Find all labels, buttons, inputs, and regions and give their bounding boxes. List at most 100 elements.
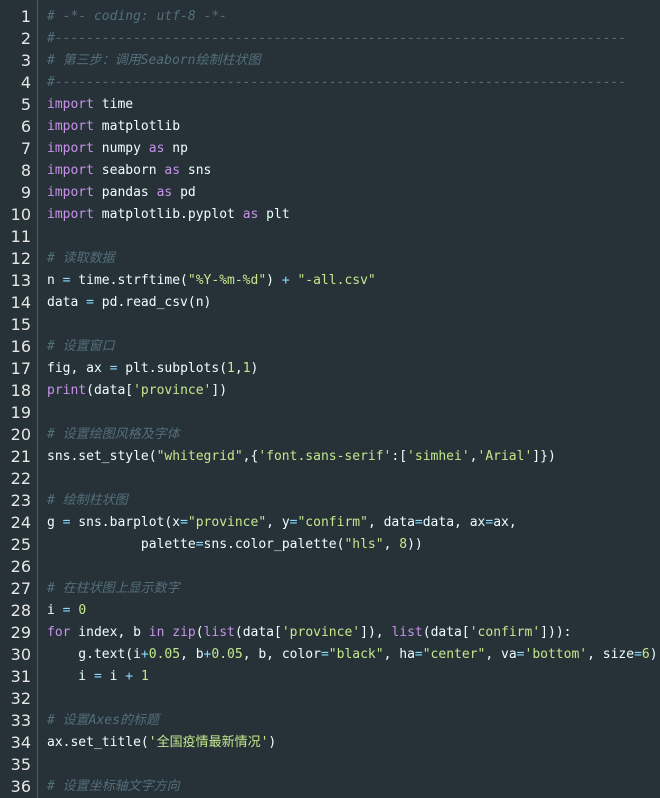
code-line[interactable] bbox=[47, 754, 660, 776]
code-token: i bbox=[47, 669, 94, 684]
code-token: )) bbox=[407, 537, 423, 552]
code-token: ) bbox=[268, 735, 277, 750]
code-token: data, ax bbox=[422, 515, 486, 530]
code-line[interactable]: g.text(i+0.05, b+0.05, b, color="black",… bbox=[47, 644, 660, 666]
line-number: 11 bbox=[10, 227, 31, 246]
code-line[interactable] bbox=[47, 556, 660, 578]
code-token: # -*- coding: utf-8 -*- bbox=[47, 9, 228, 24]
code-line[interactable]: for index, b in zip(list(data['province'… bbox=[47, 622, 660, 644]
code-token: #---------------------------------------… bbox=[47, 31, 627, 46]
code-line[interactable]: # 设置Axes的标题 bbox=[47, 710, 660, 732]
code-line[interactable]: i = i + 1 bbox=[47, 666, 660, 688]
code-token: = bbox=[180, 515, 188, 530]
line-number: 25 bbox=[10, 535, 31, 554]
code-line[interactable]: import seaborn as sns bbox=[47, 160, 660, 182]
code-line[interactable] bbox=[47, 402, 660, 424]
code-token: ) bbox=[250, 361, 259, 376]
code-line[interactable]: import pandas as pd bbox=[47, 182, 660, 204]
code-token: = bbox=[86, 295, 94, 310]
code-token: as bbox=[242, 207, 259, 222]
code-token: 'font.sans-serif' bbox=[258, 449, 392, 464]
code-line[interactable]: #---------------------------------------… bbox=[47, 72, 660, 94]
code-token: # 设置窗口 bbox=[47, 339, 115, 354]
code-token: sns bbox=[180, 163, 212, 178]
code-token: + bbox=[125, 669, 134, 684]
code-line[interactable]: i = 0 bbox=[47, 600, 660, 622]
code-line[interactable] bbox=[47, 688, 660, 710]
code-token: fig, ax bbox=[47, 361, 110, 376]
line-number: 34 bbox=[10, 733, 31, 752]
code-line[interactable]: #---------------------------------------… bbox=[47, 28, 660, 50]
code-token: as bbox=[164, 163, 181, 178]
code-token: , y bbox=[266, 515, 290, 530]
line-number: 28 bbox=[10, 601, 31, 620]
code-line[interactable]: # 设置窗口 bbox=[47, 336, 660, 358]
code-line[interactable]: fig, ax = plt.subplots(1,1) bbox=[47, 358, 660, 380]
code-line[interactable]: # -*- coding: utf-8 -*- bbox=[47, 6, 660, 28]
code-line[interactable]: data = pd.read_csv(n) bbox=[47, 292, 660, 314]
code-token: ax.set_title( bbox=[47, 735, 149, 750]
code-line[interactable]: import matplotlib.pyplot as plt bbox=[47, 204, 660, 226]
code-token: import bbox=[47, 163, 94, 178]
code-line[interactable] bbox=[47, 314, 660, 336]
code-token: # 第三步：调用Seaborn绘制柱状图 bbox=[47, 53, 261, 68]
code-token: 'simhei' bbox=[407, 449, 470, 464]
code-token: pd.read_csv(n) bbox=[93, 295, 212, 310]
code-token: 0 bbox=[78, 603, 87, 618]
code-line[interactable]: g = sns.barplot(x="province", y="confirm… bbox=[47, 512, 660, 534]
code-token: "black" bbox=[328, 647, 384, 662]
code-token: as bbox=[148, 141, 165, 156]
code-line[interactable]: import time bbox=[47, 94, 660, 116]
code-line[interactable]: # 第三步：调用Seaborn绘制柱状图 bbox=[47, 50, 660, 72]
code-line[interactable] bbox=[47, 468, 660, 490]
code-token: "confirm" bbox=[297, 515, 368, 530]
code-area[interactable]: # -*- coding: utf-8 -*- #----------------… bbox=[47, 6, 660, 798]
code-line[interactable]: # 在柱状图上显示数字 bbox=[47, 578, 660, 600]
line-number: 13 bbox=[10, 271, 31, 290]
line-number: 16 bbox=[10, 337, 31, 356]
line-number: 19 bbox=[10, 403, 31, 422]
code-line[interactable]: import matplotlib bbox=[47, 116, 660, 138]
code-token: + bbox=[281, 273, 290, 288]
code-token: # 绘制柱状图 bbox=[47, 493, 128, 508]
code-token: 1 bbox=[140, 669, 149, 684]
code-token: seaborn bbox=[93, 163, 165, 178]
line-number: 27 bbox=[10, 579, 31, 598]
code-token: ,{ bbox=[242, 449, 259, 464]
code-token: ])): bbox=[540, 625, 572, 640]
code-token: 0.05 bbox=[148, 647, 181, 662]
code-line[interactable]: print(data['province']) bbox=[47, 380, 660, 402]
code-line[interactable]: # 绘制柱状图 bbox=[47, 490, 660, 512]
line-number: 12 bbox=[10, 249, 31, 268]
code-token: g bbox=[47, 515, 63, 530]
code-token: index, b bbox=[70, 625, 149, 640]
code-token: sns.color_palette( bbox=[203, 537, 345, 552]
code-token: , ha bbox=[383, 647, 415, 662]
code-line[interactable]: # 读取数据 bbox=[47, 248, 660, 270]
code-token: (data[ bbox=[234, 625, 282, 640]
code-token: i bbox=[101, 669, 126, 684]
code-token: , bbox=[469, 449, 478, 464]
code-line[interactable]: palette=sns.color_palette("hls", 8)) bbox=[47, 534, 660, 556]
code-token: import bbox=[47, 141, 94, 156]
code-line[interactable]: # 设置绘图风格及字体 bbox=[47, 424, 660, 446]
code-token: # 在柱状图上显示数字 bbox=[47, 581, 180, 596]
code-line[interactable]: n = time.strftime("%Y-%m-%d") + "-all.cs… bbox=[47, 270, 660, 292]
code-token: pandas bbox=[93, 185, 157, 200]
code-line[interactable]: import numpy as np bbox=[47, 138, 660, 160]
code-token: = bbox=[634, 647, 642, 662]
line-number: 9 bbox=[20, 183, 31, 202]
code-token: , b bbox=[180, 647, 204, 662]
code-token: pd bbox=[172, 185, 196, 200]
code-line[interactable]: ax.set_title('全国疫情最新情况') bbox=[47, 732, 660, 754]
code-token: i bbox=[47, 603, 63, 618]
code-editor[interactable]: 1 2 3 4 5 6 7 8 9 10 11 12 13 14 15 16 17 18 19 20 21 22 23 24 2… bbox=[0, 0, 660, 798]
line-number: 8 bbox=[20, 161, 31, 180]
code-token: sns.barplot(x bbox=[70, 515, 181, 530]
code-line[interactable] bbox=[47, 226, 660, 248]
code-token: "province" bbox=[187, 515, 267, 530]
code-token: 'Arial' bbox=[477, 449, 533, 464]
code-line[interactable]: sns.set_style("whitegrid",{'font.sans-se… bbox=[47, 446, 660, 468]
code-token: 'confirm' bbox=[469, 625, 541, 640]
code-line[interactable]: # 设置坐标轴文字方向 bbox=[47, 776, 660, 798]
